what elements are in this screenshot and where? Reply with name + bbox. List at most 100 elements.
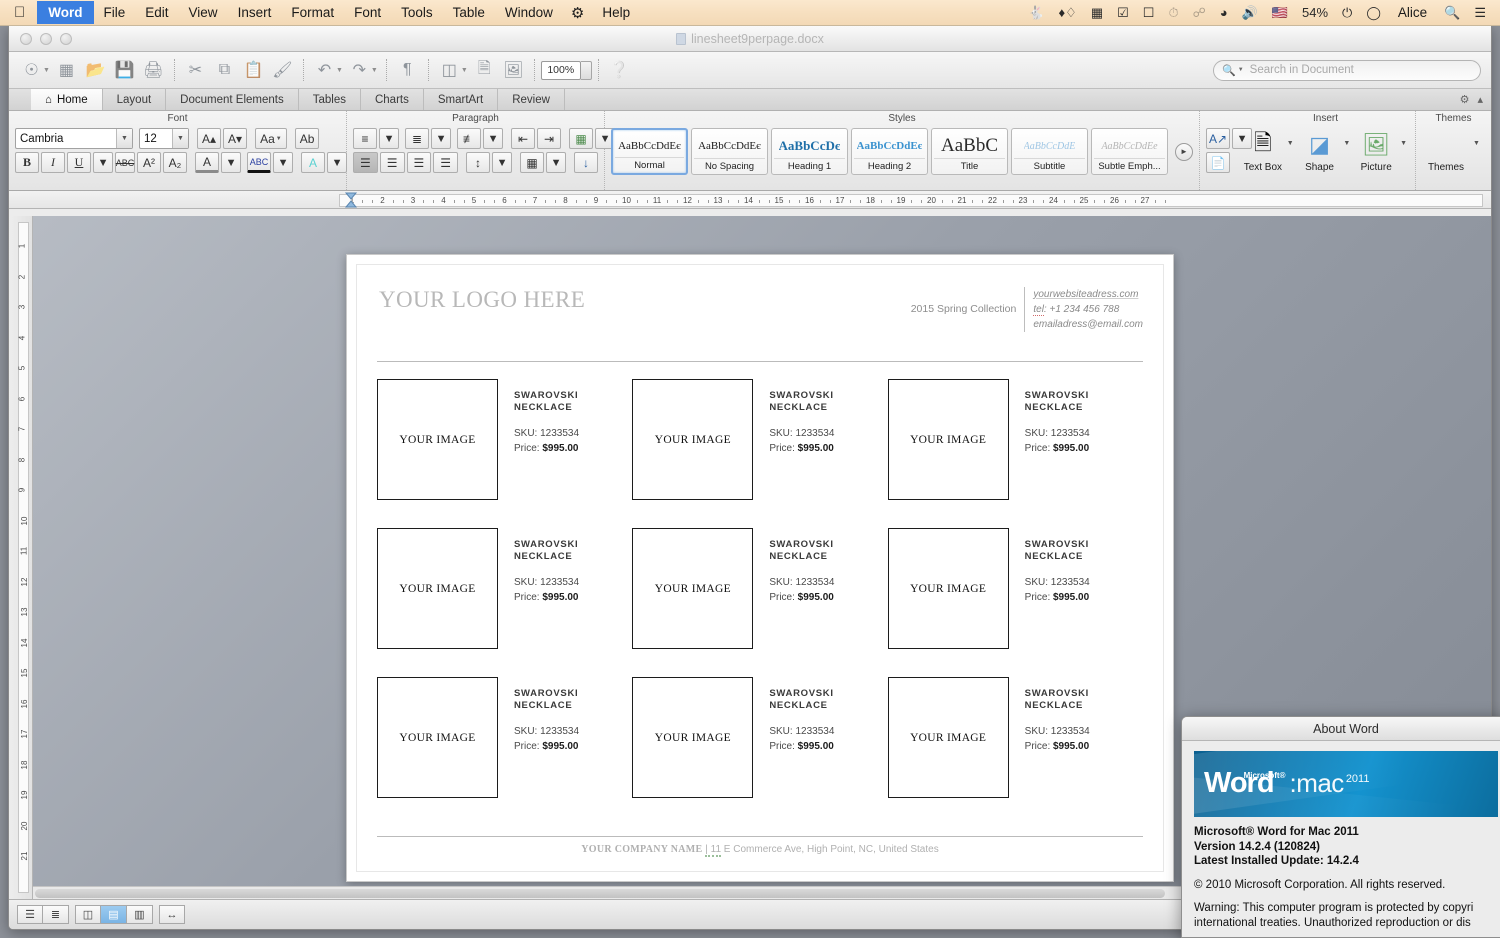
- tab-document-elements[interactable]: Document Elements: [166, 89, 299, 110]
- tab-home[interactable]: ⌂ Home: [31, 89, 103, 110]
- notebook-layout-button[interactable]: 🗎: [471, 57, 498, 84]
- align-right-icon[interactable]: ☰: [407, 152, 432, 173]
- grow-font-button[interactable]: A▴: [197, 128, 221, 149]
- about-word-dialog[interactable]: About Word Word Microsoft® :mac 2011 Mic…: [1181, 716, 1500, 938]
- product-image-placeholder[interactable]: YOUR IMAGE: [888, 528, 1009, 649]
- underline-button[interactable]: U: [67, 152, 91, 173]
- evernote-icon[interactable]: 🐇: [1021, 5, 1051, 21]
- clock-icon[interactable]: ◯: [1359, 5, 1388, 21]
- menu-item-format[interactable]: Format: [281, 3, 344, 22]
- battery-percent[interactable]: 54%: [1295, 5, 1335, 20]
- undo-dropdown-icon[interactable]: ▼: [336, 67, 343, 74]
- strikethrough-button[interactable]: ABC: [115, 152, 135, 173]
- redo-button[interactable]: ↷: [346, 57, 373, 84]
- product-cell[interactable]: YOUR IMAGE SWAROVSKI NECKLACE SKU: 12335…: [888, 677, 1143, 798]
- shrink-font-button[interactable]: A▾: [223, 128, 247, 149]
- sidebar-button[interactable]: ◫: [436, 57, 463, 84]
- increase-indent-icon[interactable]: ⇥: [537, 128, 561, 149]
- product-image-placeholder[interactable]: YOUR IMAGE: [888, 677, 1009, 798]
- shape-dropdown-icon[interactable]: ▼: [1343, 140, 1350, 147]
- airplay-icon[interactable]: ☐: [1136, 5, 1162, 21]
- volume-icon[interactable]: 🔊: [1235, 5, 1265, 21]
- checkmark-box-icon[interactable]: ☑: [1110, 5, 1136, 21]
- horizontal-ruler-track[interactable]: 1 2 3 4 5 6 7 8 9 10 11 12 13 14 15 16 17 18 19 20 21 22 23 24 2…: [339, 194, 1483, 207]
- zoom-level-input[interactable]: 100%: [541, 61, 581, 80]
- notification-center-icon[interactable]: ☰: [1467, 5, 1500, 21]
- horizontal-ruler[interactable]: 1 2 3 4 5 6 7 8 9 10 11 12 13 14 15 16 17 18 19 20 21 22 23 24 2…: [9, 191, 1491, 209]
- new-document-dropdown-icon[interactable]: ▼: [43, 67, 50, 74]
- multilevel-dropdown-icon[interactable]: ▼: [483, 128, 503, 149]
- insert-shape-button[interactable]: ◪ Shape: [1299, 128, 1341, 173]
- style-heading-2[interactable]: AaBbCcDdEє Heading 2: [851, 128, 928, 175]
- font-size-combo[interactable]: 12 ▼: [139, 128, 189, 149]
- bold-button[interactable]: B: [15, 152, 39, 173]
- clear-formatting-button[interactable]: Ab: [295, 128, 320, 149]
- draft-view-button[interactable]: ☰: [17, 905, 43, 924]
- change-case-button[interactable]: Aa ▼: [255, 128, 287, 149]
- menu-item-view[interactable]: View: [179, 3, 228, 22]
- media-browser-button[interactable]: 🖼: [500, 57, 527, 84]
- gallery-more-icon[interactable]: ►: [1175, 143, 1193, 161]
- sidebar-dropdown-icon[interactable]: ▼: [461, 67, 468, 74]
- style-normal[interactable]: AaBbCcDdEє Normal: [611, 128, 688, 175]
- superscript-button[interactable]: A²: [137, 152, 161, 173]
- chevron-down-icon[interactable]: ▼: [172, 129, 188, 148]
- align-center-icon[interactable]: ☰: [380, 152, 405, 173]
- copy-button[interactable]: ⧉: [211, 57, 238, 84]
- show-paragraph-marks-button[interactable]: ¶: [394, 57, 421, 84]
- insert-text-box-button[interactable]: 🗎 Text Box: [1242, 128, 1284, 173]
- full-screen-button[interactable]: ↔: [159, 905, 185, 924]
- picture-dropdown-icon[interactable]: ▼: [1400, 140, 1407, 147]
- italic-button[interactable]: I: [41, 152, 65, 173]
- open-recent-button[interactable]: ▦: [53, 57, 80, 84]
- decrease-indent-icon[interactable]: ⇤: [511, 128, 535, 149]
- print-button[interactable]: 🖨: [140, 57, 167, 84]
- ribbon-settings-icon[interactable]: ⚙: [1460, 93, 1470, 106]
- bluetooth-icon[interactable]: ☍: [1186, 5, 1213, 21]
- format-painter-button[interactable]: 🖌: [269, 57, 296, 84]
- product-image-placeholder[interactable]: YOUR IMAGE: [377, 677, 498, 798]
- menu-item-tools[interactable]: Tools: [391, 3, 443, 22]
- line-spacing-icon[interactable]: ↕: [466, 152, 490, 173]
- product-image-placeholder[interactable]: YOUR IMAGE: [632, 677, 753, 798]
- style-no-spacing[interactable]: AaBbCcDdEє No Spacing: [691, 128, 768, 175]
- insert-picture-button[interactable]: 🖼 Picture: [1355, 128, 1397, 173]
- horizontal-scrollbar-thumb[interactable]: [35, 889, 1165, 898]
- email-address[interactable]: emailadress@email.com: [1033, 317, 1143, 332]
- telephone-line[interactable]: tel: +1 234 456 788: [1033, 302, 1143, 317]
- product-image-placeholder[interactable]: YOUR IMAGE: [377, 528, 498, 649]
- vertical-ruler[interactable]: 1 2 3 4 5 6 7 8 9 10 11 12 13 14 15 16 17 18 19 20 21: [9, 216, 33, 899]
- dropbox-menu-icon[interactable]: ⚙: [563, 4, 592, 22]
- footer-text[interactable]: YOUR COMPANY NAME | 11 E Commerce Ave, H…: [377, 844, 1143, 855]
- text-effects-button[interactable]: A: [301, 152, 325, 173]
- wifi-icon[interactable]: ◕: [1213, 5, 1235, 20]
- highlight-button[interactable]: ABC: [247, 152, 271, 173]
- collection-label[interactable]: 2015 Spring Collection: [911, 287, 1025, 315]
- menu-item-window[interactable]: Window: [495, 3, 563, 22]
- style-title[interactable]: AaBbC Title: [931, 128, 1008, 175]
- ribbon-collapse-icon[interactable]: ▴: [1477, 93, 1483, 106]
- battery-charging-icon[interactable]: ⏻: [1335, 5, 1359, 21]
- menu-item-edit[interactable]: Edit: [135, 3, 178, 22]
- text-box-dropdown-icon[interactable]: ▼: [1287, 140, 1294, 147]
- product-image-placeholder[interactable]: YOUR IMAGE: [377, 379, 498, 500]
- product-image-placeholder[interactable]: YOUR IMAGE: [632, 528, 753, 649]
- menubar-user-name[interactable]: Alice: [1388, 5, 1437, 20]
- line-spacing-dropdown-icon[interactable]: ▼: [492, 152, 512, 173]
- flag-us-icon[interactable]: 🇺🇸: [1265, 5, 1295, 21]
- style-heading-1[interactable]: AaBbCcDє Heading 1: [771, 128, 848, 175]
- multilevel-list-icon[interactable]: ≢: [457, 128, 481, 149]
- publishing-layout-button[interactable]: ◫: [75, 905, 101, 924]
- product-cell[interactable]: YOUR IMAGE SWAROVSKI NECKLACE SKU: 12335…: [888, 379, 1143, 500]
- save-button[interactable]: 💾: [111, 57, 138, 84]
- font-color-dropdown-icon[interactable]: ▼: [221, 152, 241, 173]
- print-layout-button[interactable]: ▤: [101, 905, 127, 924]
- justify-icon[interactable]: ☰: [433, 152, 458, 173]
- notebook-layout-button[interactable]: ▥: [127, 905, 153, 924]
- product-image-placeholder[interactable]: YOUR IMAGE: [888, 379, 1009, 500]
- product-cell[interactable]: YOUR IMAGE SWAROVSKI NECKLACE SKU: 12335…: [888, 528, 1143, 649]
- search-input[interactable]: 🔍 ▼ Search in Document: [1213, 60, 1481, 81]
- new-document-button[interactable]: ☉: [18, 57, 45, 84]
- sort-az-icon[interactable]: ↓: [574, 152, 598, 173]
- menu-item-help[interactable]: Help: [592, 3, 640, 22]
